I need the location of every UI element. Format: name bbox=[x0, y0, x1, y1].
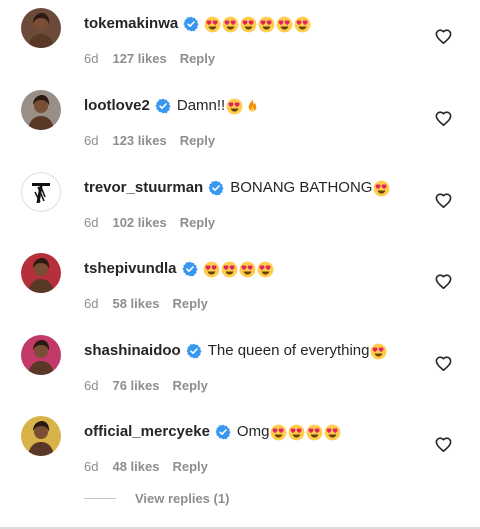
reply-button[interactable]: Reply bbox=[180, 51, 215, 67]
comment-time: 6d bbox=[84, 296, 99, 311]
comment-text: BONANG BATHONG bbox=[230, 179, 373, 196]
reply-button[interactable]: Reply bbox=[172, 459, 207, 475]
comment-meta: 6d 123 likes Reply bbox=[84, 133, 215, 149]
heart-eyes-emoji-icon bbox=[239, 261, 256, 278]
view-replies-button[interactable]: View replies (1) bbox=[84, 491, 229, 506]
comment-text: The queen of everything bbox=[207, 342, 370, 359]
heart-eyes-emoji-icon bbox=[204, 16, 221, 33]
comment-row: trevor_stuurman BONANG BATHONG 6d 102 likes… bbox=[0, 172, 480, 254]
comment-meta: 6d 76 likes Reply bbox=[84, 378, 208, 394]
view-replies-label[interactable]: View replies (1) bbox=[135, 491, 229, 506]
comment-time: 6d bbox=[84, 459, 99, 474]
avatar[interactable] bbox=[21, 90, 61, 130]
like-heart-icon[interactable] bbox=[434, 191, 453, 210]
comment-line: trevor_stuurman BONANG BATHONG bbox=[84, 178, 390, 198]
likes-count[interactable]: 123 likes bbox=[112, 133, 166, 149]
verified-badge-icon bbox=[155, 98, 171, 114]
like-heart-icon[interactable] bbox=[434, 435, 453, 454]
heart-eyes-emoji-icon bbox=[288, 424, 305, 441]
verified-badge-icon bbox=[183, 16, 199, 32]
avatar[interactable] bbox=[21, 416, 61, 456]
avatar[interactable] bbox=[21, 335, 61, 375]
comment-text: Omg bbox=[236, 423, 270, 440]
comment-line: lootlove2 Damn!! bbox=[84, 96, 261, 116]
like-heart-icon[interactable] bbox=[434, 272, 453, 291]
comment-row: shashinaidoo The queen of everything 6d 76 … bbox=[0, 335, 480, 417]
username[interactable]: tokemakinwa bbox=[84, 14, 178, 34]
heart-eyes-emoji-icon bbox=[258, 16, 275, 33]
verified-badge-icon bbox=[208, 180, 224, 196]
heart-eyes-emoji-icon bbox=[294, 16, 311, 33]
comment-time: 6d bbox=[84, 133, 99, 148]
comment-row: tokemakinwa 6d 127 likes Reply bbox=[0, 8, 480, 90]
fire-emoji-icon bbox=[244, 98, 261, 115]
username[interactable]: lootlove2 bbox=[84, 96, 150, 116]
likes-count[interactable]: 76 likes bbox=[112, 378, 159, 394]
heart-eyes-emoji-icon bbox=[257, 261, 274, 278]
comment-time: 6d bbox=[84, 378, 99, 393]
comment-row: official_mercyeke Omg 6d 48 likes Reply bbox=[0, 416, 480, 498]
heart-eyes-emoji-icon bbox=[276, 16, 293, 33]
heart-eyes-emoji-icon bbox=[270, 424, 287, 441]
avatar[interactable] bbox=[21, 8, 61, 48]
comment-line: tshepivundla bbox=[84, 259, 274, 279]
username[interactable]: tshepivundla bbox=[84, 259, 177, 279]
heart-eyes-emoji-icon bbox=[306, 424, 323, 441]
heart-eyes-emoji-icon bbox=[370, 343, 387, 360]
comment-meta: 6d 102 likes Reply bbox=[84, 215, 215, 231]
likes-count[interactable]: 102 likes bbox=[112, 215, 166, 231]
heart-eyes-emoji-icon bbox=[324, 424, 341, 441]
comment-line: shashinaidoo The queen of everything bbox=[84, 341, 387, 361]
heart-eyes-emoji-icon bbox=[222, 16, 239, 33]
heart-eyes-emoji-icon bbox=[203, 261, 220, 278]
heart-eyes-emoji-icon bbox=[226, 98, 243, 115]
likes-count[interactable]: 48 likes bbox=[112, 459, 159, 475]
reply-button[interactable]: Reply bbox=[180, 215, 215, 231]
like-heart-icon[interactable] bbox=[434, 354, 453, 373]
likes-count[interactable]: 127 likes bbox=[112, 51, 166, 67]
avatar[interactable] bbox=[21, 172, 61, 212]
comment-row: tshepivundla 6d 58 likes Reply bbox=[0, 253, 480, 335]
heart-eyes-emoji-icon bbox=[373, 180, 390, 197]
comment-line: tokemakinwa bbox=[84, 14, 311, 34]
like-heart-icon[interactable] bbox=[434, 27, 453, 46]
reply-button[interactable]: Reply bbox=[172, 296, 207, 312]
likes-count[interactable]: 58 likes bbox=[112, 296, 159, 312]
comment-row: lootlove2 Damn!! 6d 123 likes Reply bbox=[0, 90, 480, 172]
verified-badge-icon bbox=[215, 424, 231, 440]
verified-badge-icon bbox=[181, 261, 198, 277]
like-heart-icon[interactable] bbox=[434, 109, 453, 128]
verified-badge-icon bbox=[186, 343, 202, 359]
heart-eyes-emoji-icon bbox=[240, 16, 257, 33]
heart-eyes-emoji-icon bbox=[221, 261, 238, 278]
avatar[interactable] bbox=[21, 253, 61, 293]
username[interactable]: official_mercyeke bbox=[84, 422, 210, 442]
username[interactable]: shashinaidoo bbox=[84, 341, 181, 361]
comment-meta: 6d 127 likes Reply bbox=[84, 51, 215, 67]
reply-button[interactable]: Reply bbox=[180, 133, 215, 149]
comment-meta: 6d 58 likes Reply bbox=[84, 296, 208, 312]
replies-divider bbox=[84, 498, 116, 499]
comment-line: official_mercyeke Omg bbox=[84, 422, 341, 442]
comment-meta: 6d 48 likes Reply bbox=[84, 459, 208, 475]
username[interactable]: trevor_stuurman bbox=[84, 178, 203, 198]
comment-text: Damn!! bbox=[176, 97, 226, 114]
comment-time: 6d bbox=[84, 51, 99, 66]
comment-time: 6d bbox=[84, 215, 99, 230]
reply-button[interactable]: Reply bbox=[172, 378, 207, 394]
